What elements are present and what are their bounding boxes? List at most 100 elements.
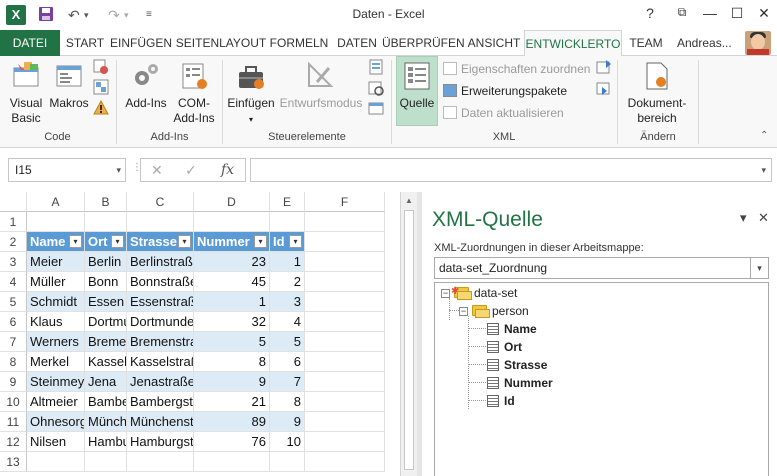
cell[interactable] [305, 232, 385, 252]
view-code-icon[interactable] [368, 80, 384, 99]
table-header-cell[interactable]: Ort ▾ [85, 232, 127, 252]
column-header-c[interactable]: C [127, 192, 194, 212]
table-cell[interactable]: Bremen [85, 332, 127, 352]
row-header-4[interactable]: 4 [0, 272, 27, 292]
table-cell[interactable]: 5 [194, 332, 270, 352]
column-header-e[interactable]: E [270, 192, 305, 212]
table-cell[interactable]: 1 [194, 292, 270, 312]
einfuegen-control-button[interactable]: Einfügen ▾ [225, 60, 277, 127]
table-cell[interactable]: 45 [194, 272, 270, 292]
table-cell[interactable]: 7 [270, 372, 305, 392]
row-header-11[interactable]: 11 [0, 412, 27, 432]
avatar[interactable] [745, 31, 771, 55]
row-header-13[interactable]: 13 [0, 452, 27, 472]
row-header-9[interactable]: 9 [0, 372, 27, 392]
table-cell[interactable]: 76 [194, 432, 270, 452]
enter-icon[interactable]: ✓ [185, 162, 197, 179]
table-cell[interactable]: Bamberg [85, 392, 127, 412]
cell[interactable] [305, 412, 385, 432]
filter-dropdown-icon[interactable]: ▾ [289, 235, 302, 248]
cell[interactable] [305, 312, 385, 332]
table-header-cell[interactable]: Name ▾ [27, 232, 85, 252]
collapse-icon[interactable]: − [441, 289, 450, 298]
cell[interactable] [305, 272, 385, 292]
row-header-1[interactable]: 1 [0, 212, 27, 232]
tab-seitenlayout[interactable]: SEITENLAYOUT [174, 30, 268, 56]
table-cell[interactable]: Bremenstraße [127, 332, 194, 352]
run-dialog-icon[interactable] [368, 101, 384, 120]
table-cell[interactable]: Berlinstraße [127, 252, 194, 272]
table-cell[interactable]: Bonnstraße [127, 272, 194, 292]
table-header-cell[interactable]: Id ▾ [270, 232, 305, 252]
table-cell[interactable]: 4 [270, 312, 305, 332]
table-cell[interactable]: Klaus [27, 312, 85, 332]
cell[interactable] [127, 452, 194, 472]
record-macro-icon[interactable] [93, 59, 109, 78]
cell[interactable] [305, 292, 385, 312]
table-cell[interactable]: Dortmunder [127, 312, 194, 332]
table-cell[interactable]: Merkel [27, 352, 85, 372]
maximize-button[interactable]: ☐ [727, 5, 747, 22]
cell[interactable] [27, 212, 85, 232]
pane-menu-icon[interactable]: ▾ [740, 210, 747, 226]
collapse-ribbon-icon[interactable]: ⌃ [760, 130, 768, 141]
filter-dropdown-icon[interactable]: ▾ [69, 235, 82, 248]
tab-ansicht[interactable]: ANSICHT [464, 30, 524, 56]
tree-element-nummer[interactable]: Nummer [487, 374, 553, 392]
cell[interactable] [194, 212, 270, 232]
table-cell[interactable]: Hamburgstraße [127, 432, 194, 452]
table-header-cell[interactable]: Nummer ▾ [194, 232, 270, 252]
cell[interactable] [85, 212, 127, 232]
table-cell[interactable]: 2 [270, 272, 305, 292]
column-header-b[interactable]: B [85, 192, 127, 212]
cell[interactable] [305, 252, 385, 272]
erweiterungspakete-button[interactable]: Erweiterungspakete [443, 82, 567, 100]
xml-map-select[interactable]: data-set_Zuordnung ▾ [434, 257, 769, 279]
worksheet-grid[interactable]: A B C D E F 1 2 Name ▾ Ort ▾ Strasse ▾ Nummer ▾ Id ▾ 3 Meie… [0, 192, 400, 476]
table-cell[interactable]: Meier [27, 252, 85, 272]
table-cell[interactable]: Werners [27, 332, 85, 352]
formula-input[interactable]: ▾ [250, 158, 772, 182]
table-cell[interactable]: 32 [194, 312, 270, 332]
help-button[interactable]: ? [640, 5, 660, 21]
table-cell[interactable]: Jenastraße [127, 372, 194, 392]
properties-icon[interactable] [368, 59, 384, 78]
tree-element-ort[interactable]: Ort [487, 338, 522, 356]
minimize-button[interactable]: — [700, 5, 720, 21]
user-name[interactable]: Andreas... [677, 30, 732, 56]
cell[interactable] [85, 452, 127, 472]
table-cell[interactable]: Berlin [85, 252, 127, 272]
tab-daten[interactable]: DATEN [332, 30, 382, 56]
import-icon[interactable] [596, 59, 612, 78]
com-addins-button[interactable]: COM- Add-Ins [172, 60, 216, 126]
tab-ueberpruefen[interactable]: ÜBERPRÜFEN [382, 30, 465, 56]
row-header-5[interactable]: 5 [0, 292, 27, 312]
table-cell[interactable]: Nilsen [27, 432, 85, 452]
table-cell[interactable]: 8 [194, 352, 270, 372]
row-header-3[interactable]: 3 [0, 252, 27, 272]
filter-dropdown-icon[interactable]: ▾ [254, 235, 267, 248]
tree-element-strasse[interactable]: Strasse [487, 356, 547, 374]
cell[interactable] [305, 212, 385, 232]
column-header-a[interactable]: A [27, 192, 85, 212]
tab-einfuegen[interactable]: EINFÜGEN [110, 30, 172, 56]
table-cell[interactable]: 23 [194, 252, 270, 272]
cell[interactable] [27, 452, 85, 472]
table-cell[interactable]: Schmidt [27, 292, 85, 312]
visual-basic-button[interactable]: Visual Basic [4, 60, 48, 126]
tree-element-id[interactable]: Id [487, 392, 515, 410]
tab-team[interactable]: TEAM [624, 30, 668, 56]
row-header-6[interactable]: 6 [0, 312, 27, 332]
table-cell[interactable]: Essen [85, 292, 127, 312]
cell[interactable] [270, 452, 305, 472]
table-cell[interactable]: 3 [270, 292, 305, 312]
row-header-7[interactable]: 7 [0, 332, 27, 352]
table-cell[interactable]: Steinmeyer [27, 372, 85, 392]
tree-node-person[interactable]: − person [459, 302, 529, 320]
cell[interactable] [305, 432, 385, 452]
filter-dropdown-icon[interactable]: ▾ [111, 235, 124, 248]
tree-element-name[interactable]: Name [487, 320, 537, 338]
table-cell[interactable]: Müller [27, 272, 85, 292]
table-cell[interactable]: 10 [270, 432, 305, 452]
table-cell[interactable]: 21 [194, 392, 270, 412]
